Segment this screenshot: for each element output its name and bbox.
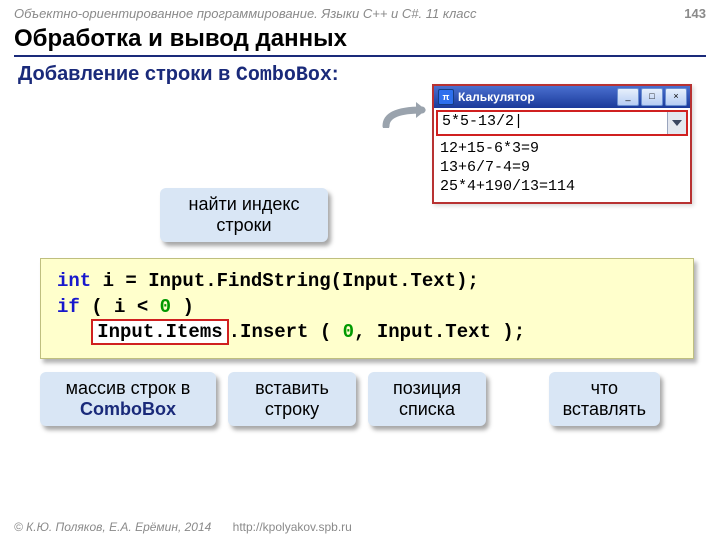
copyright: © К.Ю. Поляков, Е.А. Ерёмин, 2014 [14, 520, 211, 534]
titlebar[interactable]: π Калькулятор _ □ × [434, 86, 690, 108]
code-text: ) [171, 296, 194, 318]
callout-line: позиция [382, 378, 472, 399]
callout-insert: вставить строку [228, 372, 356, 426]
callout-what-insert: что вставлять [549, 372, 660, 426]
page-title: Обработка и вывод данных [14, 25, 706, 57]
callout-line: что [563, 378, 646, 399]
history-item: 25*4+190/13=114 [440, 178, 684, 197]
footer: © К.Ю. Поляков, Е.А. Ерёмин, 2014 http:/… [14, 520, 352, 534]
callout-items-array: массив строк в ComboBox [40, 372, 216, 426]
code-text: , Input.Text ); [354, 321, 525, 343]
code-text: ( i < [80, 296, 160, 318]
combobox-value: 5*5-13/2 [442, 113, 514, 130]
callout-position: позиция списка [368, 372, 486, 426]
subtitle-prefix: Добавление строки в [18, 63, 236, 85]
close-button[interactable]: × [665, 88, 687, 106]
chevron-down-icon [672, 120, 682, 126]
subtitle-suffix: : [332, 63, 339, 85]
subtitle-mono: ComboBox [236, 64, 332, 87]
window-title: Калькулятор [458, 90, 615, 104]
history-list: 12+15-6*3=9 13+6/7-4=9 25*4+190/13=114 [434, 138, 690, 202]
callout-emph: ComboBox [54, 399, 202, 420]
bottom-callout-row: массив строк в ComboBox вставить строку … [40, 372, 660, 426]
history-item: 13+6/7-4=9 [440, 159, 684, 178]
code-highlight-box: Input.Items [91, 319, 228, 345]
callout-line: строку [242, 399, 342, 420]
combobox-dropdown-button[interactable] [667, 112, 686, 134]
code-num: 0 [343, 321, 354, 343]
code-text [57, 321, 91, 343]
callout-line: списка [382, 399, 472, 420]
code-text: .Insert ( [229, 321, 343, 343]
code-block: int i = Input.FindString(Input.Text); if… [40, 258, 694, 359]
callout-line: вставлять [563, 399, 646, 420]
callout-line: массив строк в [54, 378, 202, 399]
kw-int: int [57, 270, 91, 292]
arrow-icon [380, 100, 428, 128]
page-number: 143 [684, 6, 706, 21]
history-item: 12+15-6*3=9 [440, 140, 684, 159]
code-text: i = Input.FindString(Input.Text); [91, 270, 479, 292]
callout-text: найти индекс строки [189, 194, 300, 235]
kw-if: if [57, 296, 80, 318]
callout-line: вставить [242, 378, 342, 399]
app-icon: π [438, 89, 454, 105]
combobox[interactable]: 5*5-13/2| [436, 110, 688, 136]
callout-find-index: найти индекс строки [160, 188, 328, 242]
footer-url: http://kpolyakov.spb.ru [233, 520, 352, 534]
minimize-button[interactable]: _ [617, 88, 639, 106]
maximize-button[interactable]: □ [641, 88, 663, 106]
header-strip: Объектно-ориентированное программировани… [0, 0, 720, 23]
calculator-window: π Калькулятор _ □ × 5*5-13/2| 12+15-6*3=… [432, 84, 692, 204]
course-label: Объектно-ориентированное программировани… [14, 6, 477, 21]
code-num: 0 [160, 296, 171, 318]
combobox-input[interactable]: 5*5-13/2| [438, 112, 667, 134]
text-caret: | [514, 113, 523, 130]
